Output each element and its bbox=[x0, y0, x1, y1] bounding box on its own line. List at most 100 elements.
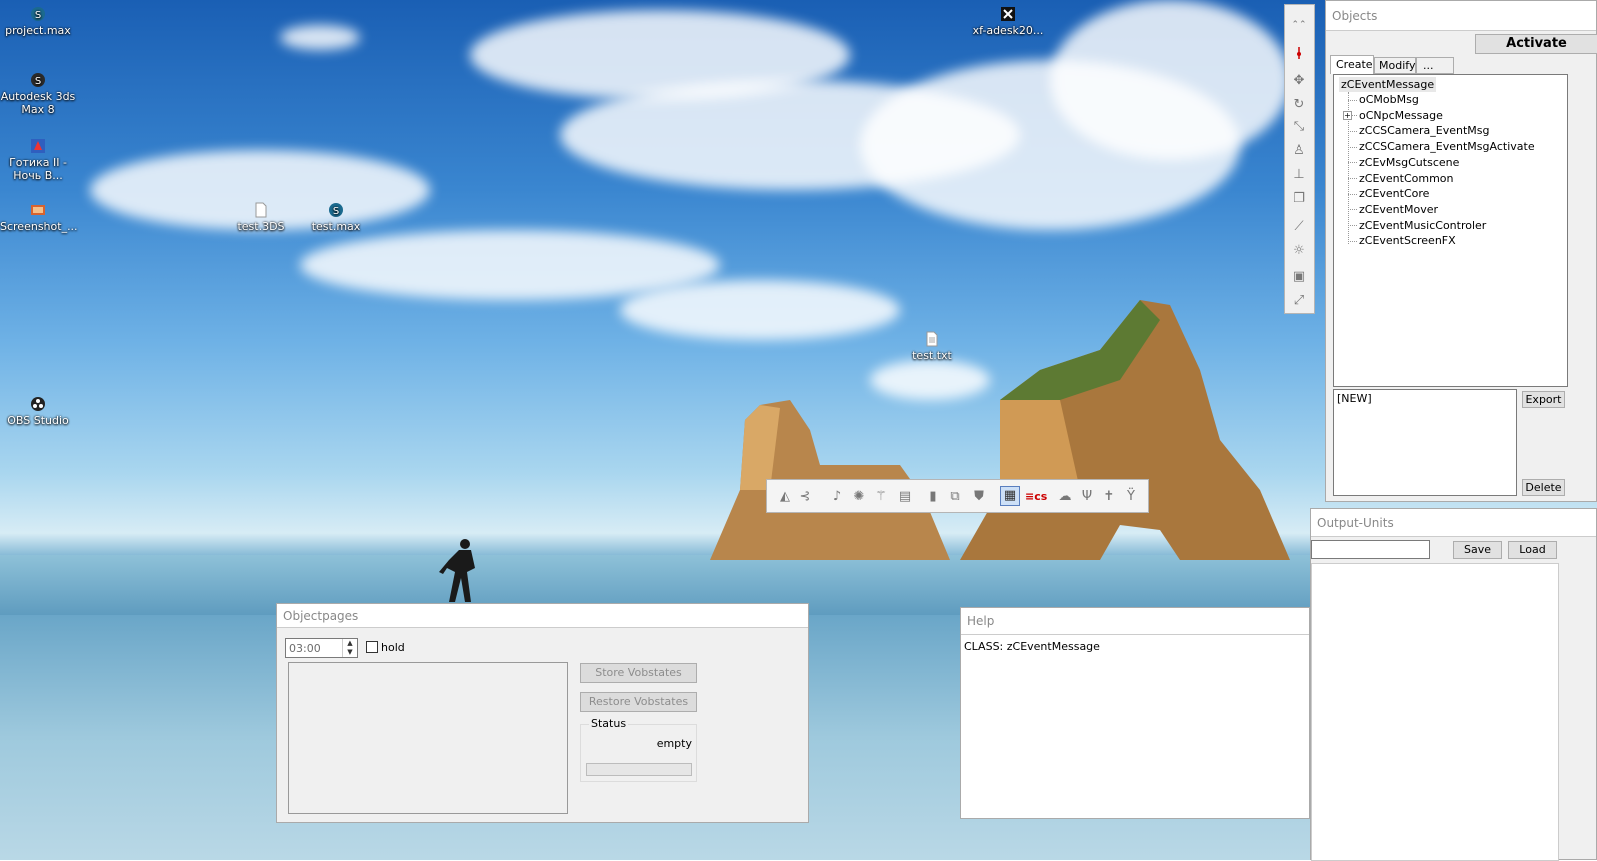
camera-icon[interactable]: ▣ bbox=[1291, 269, 1307, 285]
output-units-list[interactable] bbox=[1311, 563, 1559, 861]
shield-icon[interactable]: ⛊ bbox=[971, 489, 987, 505]
preset-list[interactable]: [NEW] bbox=[1333, 389, 1517, 496]
desktop-icon-autodesk-3ds-max[interactable]: S Autodesk 3ds Max 8 bbox=[0, 72, 76, 116]
tree-item[interactable]: zCCSCamera_EventMsg bbox=[1348, 123, 1490, 138]
tree-item[interactable]: zCCSCamera_EventMsgActivate bbox=[1348, 139, 1535, 154]
music-icon[interactable]: ♪ bbox=[829, 489, 845, 505]
delete-button[interactable]: Delete bbox=[1522, 479, 1565, 496]
activate-button[interactable]: Activate bbox=[1475, 34, 1597, 54]
svg-text:S: S bbox=[35, 76, 41, 87]
objectpages-panel: Objectpages 03:00 ▲ ▼ hold Store Vobstat… bbox=[276, 603, 809, 823]
desktop-icon-label: test.max bbox=[311, 220, 361, 233]
desktop-icon-xf-adesk[interactable]: xf-adesk20... bbox=[970, 6, 1046, 37]
desktop-icon-gothic[interactable]: Готика II - Ночь В... bbox=[0, 138, 76, 182]
tree-item-root[interactable]: zCEventMessage bbox=[1339, 77, 1437, 92]
light-icon[interactable]: ☼ bbox=[1291, 243, 1307, 259]
desktop-icon-label: xf-adesk20... bbox=[972, 24, 1044, 37]
tree-item[interactable]: zCEventMover bbox=[1348, 202, 1438, 217]
desktop-icon-label: OBS Studio bbox=[7, 414, 69, 427]
tree-connector bbox=[1348, 162, 1357, 164]
cone-icon[interactable]: ◭ bbox=[777, 489, 793, 505]
desktop-icon-screenshot[interactable]: Screenshot_... bbox=[0, 202, 78, 233]
preset-item[interactable]: [NEW] bbox=[1337, 392, 1372, 405]
rotate-icon[interactable]: ↻ bbox=[1291, 97, 1307, 113]
tab-more[interactable]: ... bbox=[1416, 57, 1454, 74]
export-button[interactable]: Export bbox=[1522, 391, 1565, 408]
film-icon[interactable]: ▤ bbox=[897, 489, 913, 505]
desktop-icon-test-max[interactable]: S test.max bbox=[298, 202, 374, 233]
spin-down-icon[interactable]: ▼ bbox=[342, 648, 357, 657]
tree-item[interactable]: zCEvMsgCutscene bbox=[1348, 155, 1459, 170]
tab-create[interactable]: Create bbox=[1330, 55, 1374, 74]
image-file-icon bbox=[30, 202, 46, 218]
collapse-icon[interactable]: ⌃⌃ bbox=[1291, 17, 1307, 33]
objectpages-list[interactable] bbox=[288, 662, 568, 814]
tree-item[interactable]: zCEventCommon bbox=[1348, 171, 1454, 186]
tree-item[interactable]: zCEventCore bbox=[1348, 186, 1429, 201]
output-units-input[interactable] bbox=[1311, 540, 1430, 559]
tree-item-label: oCNpcMessage bbox=[1359, 108, 1443, 122]
tree-connector: + bbox=[1343, 111, 1357, 121]
tree-item-label: oCMobMsg bbox=[1359, 93, 1419, 106]
cutscene-icon[interactable]: ≡cs bbox=[1025, 489, 1047, 505]
time-spinbox[interactable]: 03:00 ▲ ▼ bbox=[285, 638, 358, 658]
ground-icon[interactable]: ⊥ bbox=[1291, 167, 1307, 183]
scale-icon[interactable]: ⤡ bbox=[1291, 119, 1307, 135]
pole-icon[interactable]: ✝ bbox=[1101, 489, 1117, 505]
tree-item-label: zCEventCommon bbox=[1359, 171, 1454, 185]
move-icon[interactable]: ✥ bbox=[1291, 73, 1307, 89]
tree-alt-icon[interactable]: Ÿ bbox=[1123, 489, 1139, 505]
multi-object-icon[interactable]: ❐ bbox=[1291, 191, 1307, 207]
desktop-icon-label: Готика II - Ночь В... bbox=[9, 156, 67, 182]
tree-item-label: zCCSCamera_EventMsg bbox=[1359, 124, 1490, 138]
store-vobstates-button[interactable]: Store Vobstates bbox=[580, 663, 697, 683]
class-tree[interactable]: zCEventMessage oCMobMsg + oCNpcMessage zCCS… bbox=[1333, 74, 1568, 387]
desktop-icon-test-txt[interactable]: test.txt bbox=[894, 331, 970, 362]
page-icon[interactable]: ▮ bbox=[925, 489, 941, 505]
runner-silhouette-image bbox=[439, 539, 475, 602]
status-value: empty bbox=[656, 737, 692, 750]
spin-up-icon[interactable]: ▲ bbox=[342, 639, 357, 648]
help-panel: Help CLASS: zCEventMessage bbox=[960, 607, 1310, 819]
properties-button-active[interactable]: ▦ bbox=[1000, 486, 1020, 506]
tree-connector bbox=[1348, 240, 1357, 242]
save-button[interactable]: Save bbox=[1453, 541, 1502, 559]
desktop-icon-test-3ds[interactable]: test.3DS bbox=[223, 202, 299, 233]
tree-item[interactable]: zCEventMusicControler bbox=[1348, 218, 1486, 233]
rock-arch-image bbox=[710, 300, 1290, 560]
desktop-icon-obs-studio[interactable]: OBS Studio bbox=[0, 396, 76, 427]
fog-icon[interactable]: ☁ bbox=[1057, 489, 1073, 505]
desktop-icon-label: test.3DS bbox=[237, 220, 285, 233]
tree-connector bbox=[1348, 209, 1357, 211]
tab-modify[interactable]: Modify bbox=[1374, 57, 1416, 74]
tree-connector bbox=[1348, 193, 1357, 195]
svg-text:S: S bbox=[333, 206, 339, 217]
pin-icon[interactable]: ⟋ bbox=[1291, 219, 1307, 235]
tree-connector bbox=[1348, 225, 1357, 227]
wand-icon[interactable]: ⚚ bbox=[873, 489, 889, 505]
sun-icon[interactable]: ✺ bbox=[851, 489, 867, 505]
blank-file-icon bbox=[253, 202, 269, 218]
hold-checkbox[interactable] bbox=[366, 641, 378, 653]
tree-item[interactable]: oCMobMsg bbox=[1348, 92, 1419, 107]
desktop-icon-label: Autodesk 3ds Max 8 bbox=[0, 90, 76, 116]
tree-icon[interactable]: Ψ bbox=[1079, 489, 1095, 505]
tree-item[interactable]: + oCNpcMessage bbox=[1343, 108, 1443, 123]
desktop-icon-label: Screenshot_... bbox=[0, 220, 78, 233]
restore-vobstates-button[interactable]: Restore Vobstates bbox=[580, 692, 697, 712]
objects-panel: Objects Activate Create Modify ... zCEve… bbox=[1325, 0, 1597, 502]
expand-icon[interactable]: + bbox=[1343, 111, 1352, 121]
cubes-icon[interactable]: ⧉ bbox=[947, 489, 963, 505]
status-group: Status empty bbox=[580, 717, 697, 782]
walk-icon[interactable]: ♙ bbox=[1291, 143, 1307, 159]
load-button[interactable]: Load bbox=[1508, 541, 1557, 559]
pointer-icon[interactable] bbox=[1291, 45, 1307, 61]
camera-move-icon[interactable]: ⤢ bbox=[1291, 293, 1307, 309]
vertical-toolbar: ⌃⌃ ✥ ↻ ⤡ ♙ ⊥ ❐ ⟋ ☼ ▣ ⤢ bbox=[1284, 4, 1315, 314]
tree-item[interactable]: zCEventScreenFX bbox=[1348, 233, 1456, 248]
bone-icon[interactable]: ⊰ bbox=[797, 489, 813, 505]
output-units-panel: Output-Units Save Load bbox=[1310, 508, 1597, 861]
tree-item-label: zCEventCore bbox=[1359, 187, 1430, 201]
tree-connector bbox=[1348, 130, 1357, 132]
desktop-icon-project-max[interactable]: S project.max bbox=[0, 6, 76, 37]
